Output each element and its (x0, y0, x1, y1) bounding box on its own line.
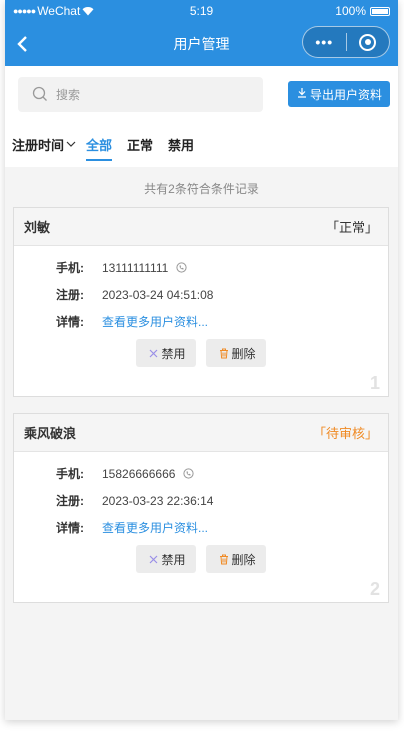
ban-button[interactable]: 禁用 (136, 339, 196, 367)
filter-tabs: 注册时间 全部 正常 禁用 (5, 122, 398, 167)
register-label: 注册: (56, 494, 84, 508)
status-bar: ●●●●● WeChat 5:19 100% (5, 0, 398, 22)
phone-row: 手机: 13111111111 (56, 254, 388, 281)
more-menu-button[interactable]: ••• (303, 34, 346, 50)
ban-button[interactable]: 禁用 (136, 545, 196, 573)
trash-icon (219, 554, 229, 565)
close-mini-program-button[interactable] (347, 33, 390, 51)
user-card: 乘风破浪 「待审核」 手机: 15826666666 注册: 2023-03-2… (13, 413, 389, 603)
user-status-badge: 「正常」 (325, 220, 378, 235)
filter-header: 搜索 导出用户资料 注册时间 全部 正常 禁用 (5, 66, 398, 167)
user-name: 乘风破浪 (24, 426, 77, 441)
wifi-icon (82, 6, 94, 16)
view-more-details-link[interactable]: 查看更多用户资料... (102, 313, 208, 330)
trash-icon (219, 348, 229, 359)
search-input[interactable]: 搜索 (18, 76, 263, 112)
delete-button[interactable]: 删除 (205, 545, 266, 573)
export-users-label: 导出用户资料 (309, 87, 382, 102)
register-label: 注册: (56, 288, 84, 302)
battery-icon (370, 6, 390, 16)
export-users-button[interactable]: 导出用户资料 (287, 81, 390, 107)
battery-percent: 100% (335, 4, 366, 18)
chevron-left-icon (17, 36, 27, 52)
detail-row: 详情: 查看更多用户资料... (56, 308, 388, 335)
close-ring-icon (359, 33, 377, 51)
phone-label: 手机: (56, 261, 84, 275)
tab-label: 注册时间 (12, 138, 65, 153)
result-count: 共有2条符合条件记录 (144, 182, 259, 196)
call-icon[interactable] (183, 468, 195, 479)
register-row: 注册: 2023-03-24 04:51:08 (56, 281, 388, 308)
user-card-header: 刘敏 「正常」 (14, 208, 388, 246)
card-index: 1 (369, 373, 380, 393)
search-placeholder: 搜索 (56, 87, 81, 102)
mini-program-capsule: ••• (302, 26, 390, 58)
delete-button[interactable]: 删除 (205, 339, 266, 367)
register-time: 2023-03-24 04:51:08 (102, 287, 214, 302)
detail-label: 详情: (56, 315, 84, 329)
phone-row: 手机: 15826666666 (56, 460, 388, 487)
tab-label: 全部 (86, 138, 113, 153)
user-card: 刘敏 「正常」 手机: 13111111111 注册: 2023-03-24 0… (13, 207, 389, 397)
nav-bar: 用户管理 ••• (5, 22, 398, 66)
carrier-name: WeChat (37, 4, 81, 18)
phone-value: 15826666666 (102, 466, 176, 481)
phone-frame: ●●●●● WeChat 5:19 100% 用户管理 ••• 搜索 导出用户资… (5, 0, 398, 720)
battery-indicator: 100% (335, 4, 390, 18)
close-icon (149, 349, 158, 358)
user-card-header: 乘风破浪 「待审核」 (14, 414, 388, 452)
close-icon (149, 555, 158, 564)
delete-label: 删除 (231, 346, 256, 361)
back-button[interactable] (7, 22, 37, 66)
phone-label: 手机: (56, 467, 84, 481)
user-name: 刘敏 (24, 220, 51, 235)
tab-label: 正常 (127, 138, 154, 153)
tab-banned[interactable]: 禁用 (168, 122, 194, 167)
register-row: 注册: 2023-03-23 22:36:14 (56, 487, 388, 514)
detail-row: 详情: 查看更多用户资料... (56, 514, 388, 541)
ban-label: 禁用 (161, 552, 186, 567)
ban-label: 禁用 (161, 346, 186, 361)
tab-all[interactable]: 全部 (86, 122, 113, 167)
download-icon (297, 87, 307, 101)
card-actions: 禁用 删除 (14, 545, 388, 573)
delete-label: 删除 (231, 552, 256, 567)
search-icon (32, 86, 48, 102)
status-time: 5:19 (189, 4, 214, 18)
register-time: 2023-03-23 22:36:14 (102, 493, 214, 508)
detail-label: 详情: (56, 521, 84, 535)
user-card-body: 手机: 13111111111 注册: 2023-03-24 04:51:08 … (14, 246, 388, 396)
phone-value: 13111111111 (102, 260, 169, 275)
chevron-down-icon (66, 141, 76, 148)
user-status-badge: 「待审核」 (312, 426, 378, 441)
card-actions: 禁用 删除 (14, 339, 388, 367)
search-row: 搜索 导出用户资料 (5, 66, 398, 122)
signal-icon: ●●●●● (13, 6, 36, 16)
tab-sort-register-time[interactable]: 注册时间 (12, 122, 76, 167)
tab-normal[interactable]: 正常 (127, 122, 153, 167)
card-index: 2 (369, 579, 380, 599)
tab-label: 禁用 (168, 138, 195, 153)
user-card-body: 手机: 15826666666 注册: 2023-03-23 22:36:14 … (14, 452, 388, 602)
call-icon[interactable] (176, 262, 187, 273)
view-more-details-link[interactable]: 查看更多用户资料... (102, 519, 208, 536)
